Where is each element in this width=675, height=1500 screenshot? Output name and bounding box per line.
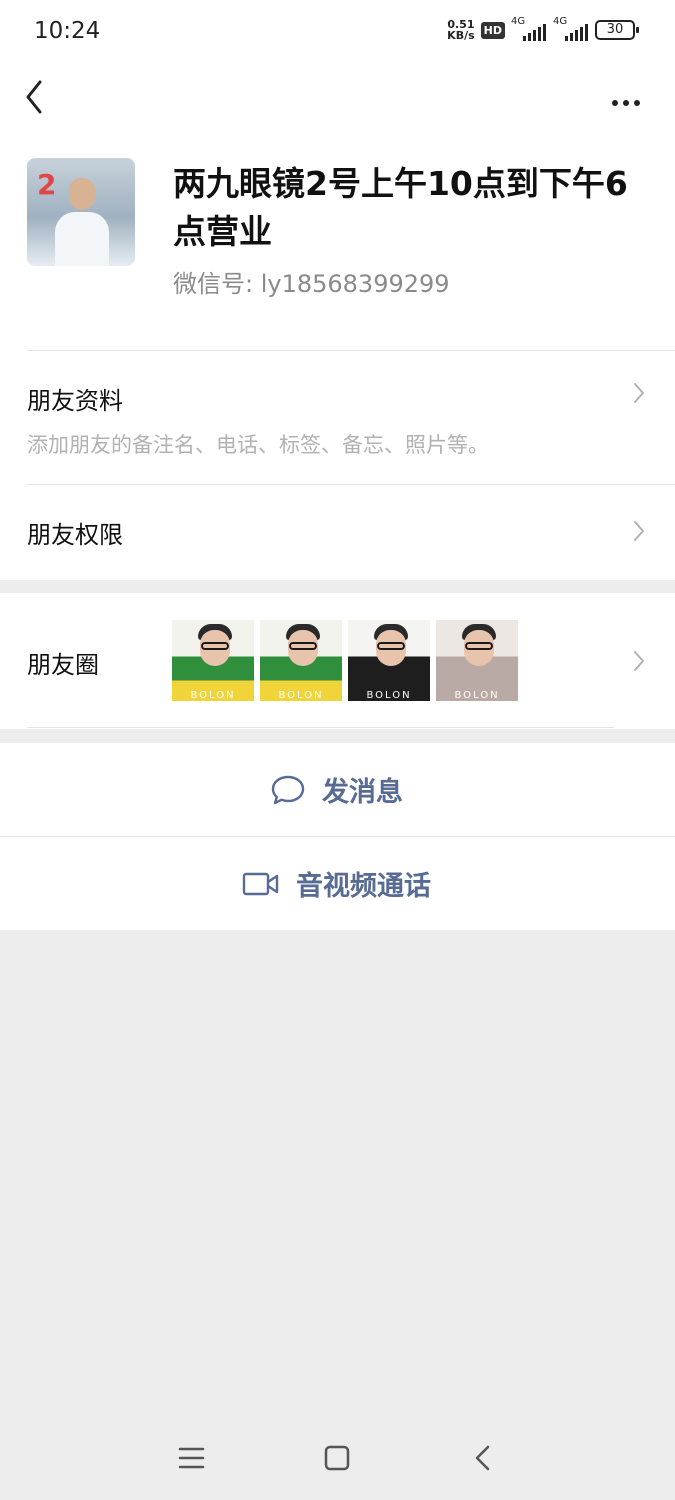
chevron-right-icon (634, 521, 644, 541)
system-nav-bar (0, 1420, 675, 1500)
friend-info-title: 朋友资料 (27, 387, 123, 415)
send-message-label: 发消息 (322, 777, 403, 808)
network-speed: 0.51 KB/s (447, 19, 474, 41)
moments-row[interactable]: 朋友圈 BOLON BOLON BOLON BOLON (0, 593, 675, 729)
menu-icon (178, 1447, 205, 1469)
moments-thumbnail: BOLON (348, 620, 430, 701)
hd-icon: HD (480, 21, 505, 39)
moments-thumbnail: BOLON (172, 620, 254, 701)
chevron-right-icon (634, 651, 644, 671)
chevron-left-icon (26, 80, 42, 114)
signal-icon: 4G (511, 16, 547, 41)
friend-info-subtitle: 添加朋友的备注名、电话、标签、备忘、照片等。 (27, 433, 489, 457)
more-horizontal-icon (612, 100, 640, 106)
network-type-label: 4G (511, 16, 526, 27)
divider (27, 727, 614, 728)
chat-bubble-icon (271, 775, 305, 804)
thumbnail-brand-text: BOLON (278, 690, 324, 701)
video-camera-icon (242, 872, 279, 895)
thumbnail-brand-text: BOLON (454, 690, 500, 701)
send-message-button[interactable]: 发消息 (0, 743, 675, 836)
top-nav (0, 66, 675, 126)
video-call-label: 音视频通话 (296, 871, 431, 902)
wechat-id: 微信号: ly18568399299 (173, 270, 450, 298)
status-bar: 10:24 0.51 KB/s HD 4G 4G 30 (0, 0, 675, 66)
moments-title: 朋友圈 (27, 651, 99, 679)
status-time: 10:24 (34, 18, 101, 44)
signal-icon: 4G (553, 16, 589, 41)
friend-permission-title: 朋友权限 (27, 521, 123, 549)
status-icons: 0.51 KB/s HD 4G 4G 30 (447, 16, 639, 41)
network-speed-unit: KB/s (447, 29, 475, 42)
friend-permission-row[interactable]: 朋友权限 (0, 485, 675, 580)
moments-thumbnail: BOLON (260, 620, 342, 701)
home-square-icon (324, 1445, 350, 1471)
thumbnail-brand-text: BOLON (366, 690, 412, 701)
home-button[interactable] (317, 1438, 357, 1478)
video-call-button[interactable]: 音视频通话 (0, 837, 675, 930)
avatar[interactable]: 2 (27, 158, 135, 266)
friend-info-row[interactable]: 朋友资料 添加朋友的备注名、电话、标签、备忘、照片等。 (0, 351, 675, 484)
network-type-label: 4G (553, 16, 568, 27)
thumbnail-brand-text: BOLON (190, 690, 236, 701)
profile-section: 2 两九眼镜2号上午10点到下午6点营业 微信号: ly18568399299 … (0, 126, 675, 580)
chevron-right-icon (634, 383, 644, 403)
back-triangle-icon (475, 1445, 490, 1471)
battery-icon: 30 (595, 20, 639, 40)
menu-button[interactable] (172, 1438, 212, 1478)
back-button[interactable] (22, 74, 62, 118)
more-button[interactable] (609, 78, 649, 114)
contact-name: 两九眼镜2号上午10点到下午6点营业 (173, 164, 628, 251)
system-back-button[interactable] (462, 1438, 502, 1478)
avatar-badge-number: 2 (37, 168, 57, 201)
moments-thumbnail: BOLON (436, 620, 518, 701)
